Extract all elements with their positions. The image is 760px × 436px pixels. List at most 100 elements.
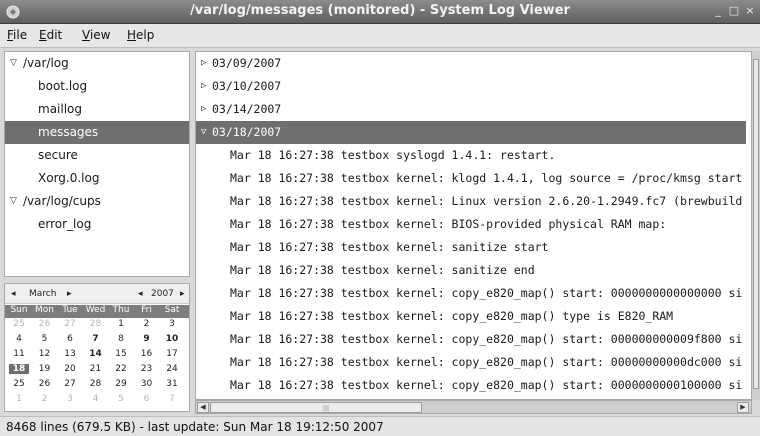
log-line[interactable]: Mar 18 16:27:38 testbox kernel: BIOS-pro… — [196, 213, 746, 236]
tree-item-error-log[interactable]: error_log — [5, 213, 189, 236]
calendar-day[interactable]: 14 — [86, 349, 106, 359]
horizontal-scroll-thumb[interactable]: ||| — [210, 402, 422, 413]
minimize-button[interactable]: _ — [712, 5, 724, 18]
grip-icon: ||| — [323, 405, 330, 412]
menu-view[interactable]: View — [82, 28, 110, 42]
calendar-day[interactable]: 24 — [162, 364, 182, 374]
menu-help[interactable]: Help — [127, 28, 154, 42]
tree-item-label: /var/log — [23, 56, 69, 70]
calendar-day[interactable]: 29 — [111, 379, 131, 389]
log-line[interactable]: Mar 18 16:27:38 testbox kernel: copy_e82… — [196, 328, 746, 351]
calendar-day[interactable]: 5 — [35, 334, 55, 344]
tree-item-label: error_log — [38, 217, 92, 231]
calendar-day[interactable]: 6 — [137, 394, 157, 404]
calendar-day[interactable]: 30 — [137, 379, 157, 389]
calendar-day[interactable]: 7 — [162, 394, 182, 404]
tree-item-xorg-log[interactable]: Xorg.0.log — [5, 167, 189, 190]
expander-right-icon[interactable]: ▷ — [201, 75, 206, 98]
calendar-day[interactable]: 15 — [111, 349, 131, 359]
vertical-scrollbar[interactable] — [752, 51, 760, 400]
log-line[interactable]: Mar 18 16:27:38 testbox kernel: klogd 1.… — [196, 167, 746, 190]
calendar-day[interactable]: 25 — [9, 319, 29, 329]
log-date-group[interactable]: ▽ 03/18/2007 — [196, 121, 746, 144]
calendar-day[interactable]: 4 — [9, 334, 29, 344]
tree-item-var-log[interactable]: ▽ /var/log — [5, 52, 189, 75]
prev-year-button[interactable]: ◂ — [138, 289, 143, 299]
log-line[interactable]: Mar 18 16:27:38 testbox syslogd 1.4.1: r… — [196, 144, 746, 167]
maximize-button[interactable]: □ — [728, 5, 740, 18]
scroll-right-icon[interactable]: ▶ — [737, 402, 749, 413]
calendar-day[interactable]: 25 — [9, 379, 29, 389]
calendar-day[interactable]: 2 — [35, 394, 55, 404]
calendar-day[interactable]: 2 — [137, 319, 157, 329]
log-line[interactable]: Mar 18 16:27:38 testbox kernel: sanitize… — [196, 259, 746, 282]
calendar-day[interactable]: 12 — [35, 349, 55, 359]
calendar-day[interactable]: 3 — [60, 394, 80, 404]
calendar-day[interactable]: 23 — [137, 364, 157, 374]
calendar-day[interactable]: 31 — [162, 379, 182, 389]
expander-right-icon[interactable]: ▷ — [201, 52, 206, 75]
calendar-week-row: 18 19 20 21 22 23 24 — [5, 364, 189, 377]
log-line[interactable]: Mar 18 16:27:38 testbox kernel: sanitize… — [196, 236, 746, 259]
tree-item-var-log-cups[interactable]: ▽ /var/log/cups — [5, 190, 189, 213]
calendar-day[interactable]: 27 — [60, 379, 80, 389]
calendar-day[interactable]: 28 — [86, 319, 106, 329]
calendar-day[interactable]: 8 — [111, 334, 131, 344]
next-month-button[interactable]: ▸ — [67, 289, 72, 299]
calendar-day[interactable]: 28 — [86, 379, 106, 389]
horizontal-scrollbar[interactable]: ◀ ||| ▶ — [195, 400, 752, 414]
log-date-group[interactable]: ▷ 03/10/2007 — [196, 75, 746, 98]
menu-edit[interactable]: Edit — [39, 28, 62, 42]
calendar-day[interactable]: 9 — [137, 334, 157, 344]
calendar-day[interactable]: 5 — [111, 394, 131, 404]
calendar-day[interactable]: 1 — [111, 319, 131, 329]
calendar-day[interactable]: 10 — [162, 334, 182, 344]
log-date-group[interactable]: ▷ 03/14/2007 — [196, 98, 746, 121]
log-date-label: 03/09/2007 — [212, 56, 282, 70]
vertical-scroll-thumb[interactable] — [753, 59, 759, 389]
tree-item-maillog[interactable]: maillog — [5, 98, 189, 121]
calendar-day[interactable]: 7 — [86, 334, 106, 344]
calendar-day[interactable]: 11 — [9, 349, 29, 359]
log-line[interactable]: Mar 18 16:27:38 testbox kernel: copy_e82… — [196, 374, 746, 397]
menu-file[interactable]: File — [7, 28, 27, 42]
expander-down-icon[interactable]: ▽ — [201, 121, 206, 144]
scroll-left-icon[interactable]: ◀ — [197, 402, 209, 413]
tree-item-boot-log[interactable]: boot.log — [5, 75, 189, 98]
weekday-label: Fri — [141, 305, 152, 315]
calendar-day[interactable]: 16 — [137, 349, 157, 359]
prev-month-button[interactable]: ◂ — [11, 289, 16, 299]
log-date-group[interactable]: ▷ 03/09/2007 — [196, 52, 746, 75]
calendar-day[interactable]: 6 — [60, 334, 80, 344]
log-line[interactable]: Mar 18 16:27:38 testbox kernel: Linux ve… — [196, 190, 746, 213]
calendar-day[interactable]: 19 — [35, 364, 55, 374]
calendar-day[interactable]: 20 — [60, 364, 80, 374]
next-year-button[interactable]: ▸ — [180, 289, 185, 299]
status-text: 8468 lines (679.5 KB) - last update: Sun… — [6, 420, 384, 434]
log-line[interactable]: Mar 18 16:27:38 testbox kernel: copy_e82… — [196, 305, 746, 328]
calendar-day[interactable]: 21 — [86, 364, 106, 374]
calendar-day[interactable]: 26 — [35, 379, 55, 389]
calendar-day[interactable]: 4 — [86, 394, 106, 404]
calendar-day[interactable]: 26 — [35, 319, 55, 329]
tree-item-secure[interactable]: secure — [5, 144, 189, 167]
calendar-day[interactable]: 13 — [60, 349, 80, 359]
expander-down-icon[interactable]: ▽ — [10, 52, 17, 75]
menu-help-mnemonic: H — [127, 28, 137, 42]
calendar-day[interactable]: 17 — [162, 349, 182, 359]
calendar-day-selected[interactable]: 18 — [9, 364, 29, 374]
expander-down-icon[interactable]: ▽ — [10, 190, 17, 213]
calendar-day[interactable]: 27 — [60, 319, 80, 329]
expander-right-icon[interactable]: ▷ — [201, 98, 206, 121]
calendar-header: ◂ March ▸ ◂ 2007 ▸ — [5, 284, 189, 304]
calendar-day[interactable]: 1 — [9, 394, 29, 404]
tree-item-label: boot.log — [38, 79, 88, 93]
tree-item-messages[interactable]: messages — [5, 121, 189, 144]
calendar-day[interactable]: 3 — [162, 319, 182, 329]
log-line[interactable]: Mar 18 16:27:38 testbox kernel: copy_e82… — [196, 351, 746, 374]
log-line-text: Mar 18 16:27:38 testbox kernel: copy_e82… — [230, 332, 743, 346]
calendar-day[interactable]: 22 — [111, 364, 131, 374]
menu-bar: File Edit View Help — [0, 24, 760, 48]
log-line[interactable]: Mar 18 16:27:38 testbox kernel: copy_e82… — [196, 282, 746, 305]
close-button[interactable]: × — [744, 5, 756, 18]
